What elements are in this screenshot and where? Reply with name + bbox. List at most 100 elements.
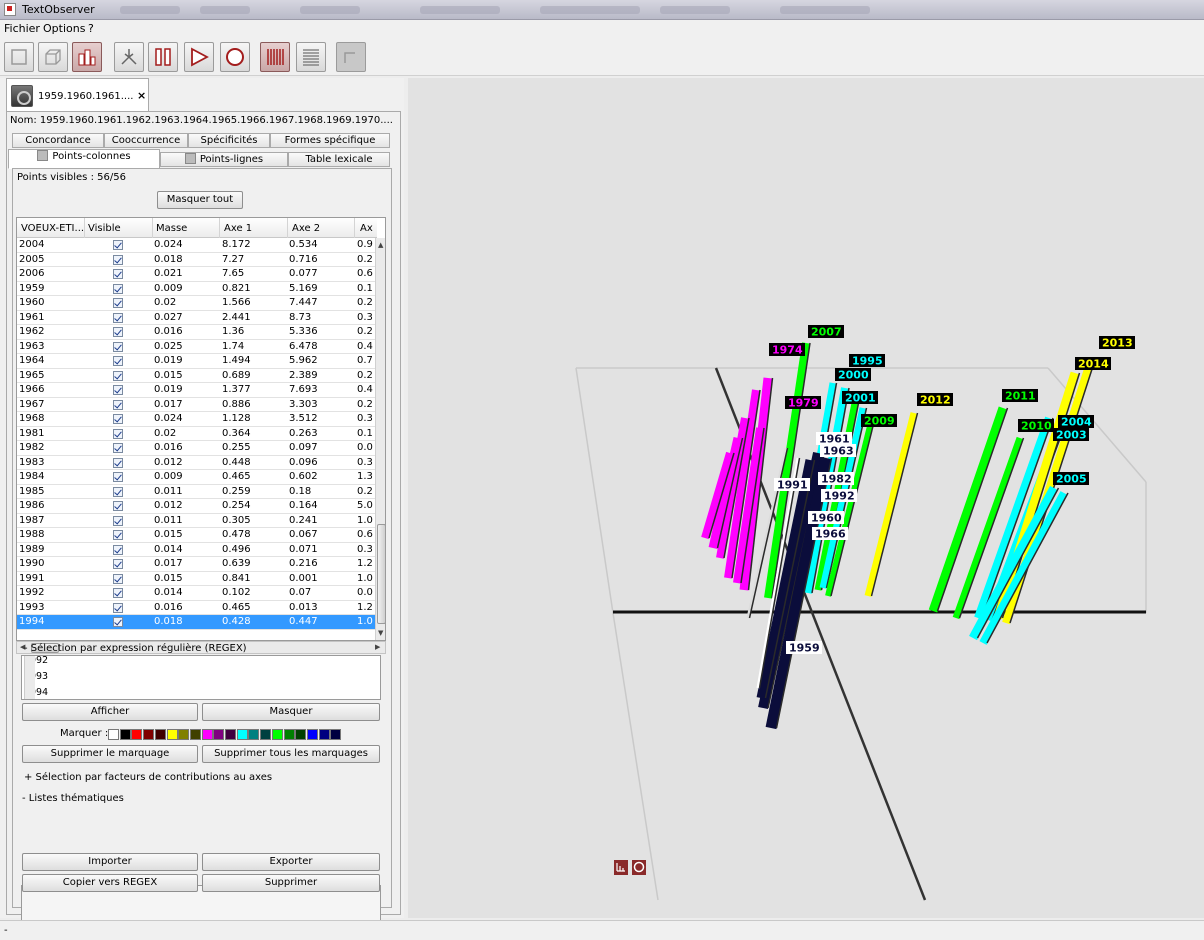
color-swatch[interactable] [143,729,155,740]
plot-label[interactable]: 2007 [811,326,842,339]
color-swatch[interactable] [330,729,342,740]
plot-label[interactable]: 1992 [824,490,855,503]
color-swatch[interactable] [283,729,295,740]
table-vscroll-thumb[interactable] [377,524,385,624]
supprimer-button[interactable]: Supprimer [202,874,380,892]
table-row[interactable]: 1968 0.024 1.128 3.512 0.3 [17,412,375,427]
disabled-button[interactable] [336,42,366,72]
plot-label[interactable]: 2005 [1056,473,1087,486]
ca-3d-plot[interactable]: 2013 2007 2014 1995 1974 2000 2011 2001 2012 1979… [408,78,1204,918]
col-voeux[interactable]: VOEUX-ETI... [21,223,84,234]
visible-checkbox[interactable] [113,269,123,279]
table-row[interactable]: 1994 0.018 0.428 0.447 1.0 [17,615,375,630]
visible-checkbox[interactable] [113,283,123,294]
color-swatch[interactable] [295,729,307,740]
color-swatch[interactable] [154,729,166,740]
play-button[interactable] [184,42,214,72]
visible-checkbox[interactable] [113,414,123,424]
color-swatch[interactable] [119,729,131,740]
color-swatch[interactable] [201,729,213,740]
plot-label[interactable]: 2012 [920,394,951,407]
plot-label[interactable]: 1995 [852,355,883,368]
supprimer-marquage-button[interactable]: Supprimer le marquage [22,745,198,763]
facteurs-section-label[interactable]: + Sélection par facteurs de contribution… [24,772,272,783]
table-row[interactable]: 1967 0.017 0.886 3.303 0.2 [17,398,375,412]
color-swatch[interactable] [318,729,330,740]
regex-scrollbar[interactable] [24,656,35,699]
tab-points-lignes[interactable]: Points-lignes [160,152,288,167]
table-row[interactable]: 1983 0.012 0.448 0.096 0.3 [17,456,375,470]
visible-checkbox[interactable] [113,399,123,410]
table-row[interactable]: 1961 0.027 2.441 8.73 0.3 [17,311,375,325]
plot-label[interactable]: 1960 [811,512,842,525]
color-swatch[interactable] [131,729,143,740]
editor-tab[interactable]: 1959.1960.1961.... × [6,78,149,111]
color-swatch[interactable] [248,729,260,740]
color-swatch[interactable] [306,729,318,740]
plot-label[interactable]: 1963 [823,445,854,458]
visible-checkbox[interactable] [113,298,123,308]
color-swatch[interactable] [225,729,236,740]
supprimer-tous-button[interactable]: Supprimer tous les marquages [202,745,380,763]
plot-label[interactable]: 2013 [1102,337,1133,350]
visible-checkbox[interactable] [113,559,123,569]
visible-checkbox[interactable] [113,573,123,584]
visible-checkbox[interactable] [113,356,123,366]
menu-help[interactable]: ? [88,22,94,35]
table-row[interactable]: 2005 0.018 7.27 0.716 0.2 [17,253,375,267]
plot-viewport[interactable]: 2013 2007 2014 1995 1974 2000 2011 2001 2012 1979… [408,78,1204,918]
record-button[interactable] [220,42,250,72]
table-row[interactable]: 1965 0.015 0.689 2.389 0.2 [17,369,375,383]
plot-label[interactable]: 1982 [821,473,852,486]
scroll-right-icon[interactable]: ▶ [375,643,380,651]
plot-label[interactable]: 2000 [838,369,869,382]
visible-checkbox[interactable] [113,588,123,598]
col-axe3[interactable]: Ax [360,223,373,234]
color-swatch[interactable] [166,729,178,740]
plot-label[interactable]: 2001 [845,392,876,405]
visible-checkbox[interactable] [113,602,123,613]
color-swatch[interactable] [178,729,190,740]
tab-cooccurrence[interactable]: Cooccurrence [104,133,188,148]
visible-checkbox[interactable] [113,443,123,453]
table-row[interactable]: 1960 0.02 1.566 7.447 0.2 [17,296,375,311]
visible-checkbox[interactable] [113,544,123,555]
listes-section-label[interactable]: - Listes thématiques [22,793,124,804]
visible-checkbox[interactable] [113,385,123,395]
table-row[interactable]: 1986 0.012 0.254 0.164 5.0 [17,499,375,514]
regex-section-label[interactable]: - Sélection par expression régulière (RE… [24,643,247,654]
visible-checkbox[interactable] [113,486,123,497]
rows-button[interactable] [296,42,326,72]
color-swatch[interactable] [271,729,283,740]
table-row[interactable]: 1987 0.011 0.305 0.241 1.0 [17,514,375,528]
table-row[interactable]: 1982 0.016 0.255 0.097 0.0 [17,441,375,456]
table-row[interactable]: 1984 0.009 0.465 0.602 1.3 [17,470,375,485]
importer-button[interactable]: Importer [22,853,198,871]
plot-label[interactable]: 2014 [1078,358,1109,371]
visible-checkbox[interactable] [113,370,123,381]
visible-checkbox[interactable] [113,530,123,540]
visible-checkbox[interactable] [113,457,123,468]
table-row[interactable]: 1993 0.016 0.465 0.013 1.2 [17,601,375,615]
table-row[interactable]: 1991 0.015 0.841 0.001 1.0 [17,572,375,586]
copier-regex-button[interactable]: Copier vers REGEX [22,874,198,892]
regex-input[interactable]: 1992 1993 1994 [21,655,381,700]
tab-specificites[interactable]: Spécificités [188,133,270,148]
tab-formes-specifiques[interactable]: Formes spécifique [270,133,390,148]
plot-label[interactable]: 1959 [789,642,820,655]
visible-checkbox[interactable] [113,327,123,337]
col-axe2[interactable]: Axe 2 [292,223,320,234]
masquer-button[interactable]: Masquer [202,703,380,721]
plot-label[interactable]: 2004 [1061,416,1092,429]
table-row[interactable]: 1989 0.014 0.496 0.071 0.3 [17,543,375,557]
color-swatch[interactable] [108,729,119,740]
color-swatch[interactable] [260,729,272,740]
plot-label[interactable]: 1974 [772,344,803,357]
visible-checkbox[interactable] [113,501,123,511]
pause-button[interactable] [148,42,178,72]
visible-checkbox[interactable] [113,240,123,250]
visible-checkbox[interactable] [113,428,123,439]
tab-table-lexicale[interactable]: Table lexicale [288,152,390,167]
table-row[interactable]: 1992 0.014 0.102 0.07 0.0 [17,586,375,601]
tree-button[interactable] [114,42,144,72]
